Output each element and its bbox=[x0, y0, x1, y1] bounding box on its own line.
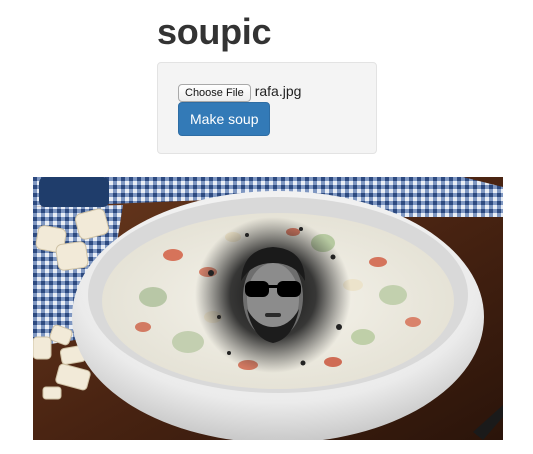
file-input-row: Choose File rafa.jpg bbox=[178, 83, 301, 103]
mug bbox=[39, 177, 109, 207]
soup-result-image bbox=[33, 177, 503, 440]
choose-file-button[interactable]: Choose File bbox=[178, 84, 251, 102]
page-title: soupic bbox=[157, 11, 272, 52]
face-splatter bbox=[195, 217, 351, 373]
selected-file-name: rafa.jpg bbox=[254, 83, 302, 99]
make-soup-button[interactable]: Make soup bbox=[178, 102, 271, 136]
upload-panel: Choose File rafa.jpg Make soup bbox=[157, 62, 377, 154]
